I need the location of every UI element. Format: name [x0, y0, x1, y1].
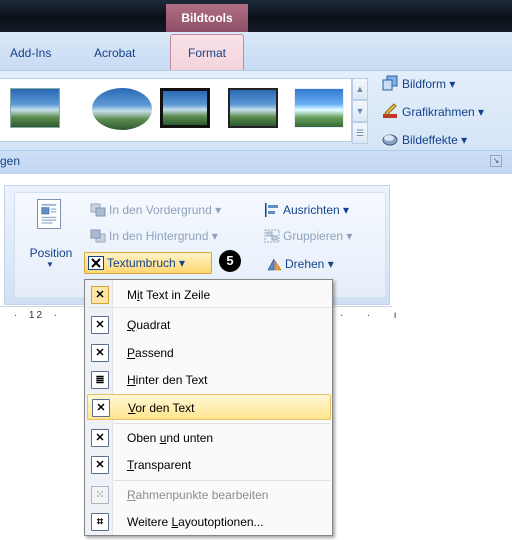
- align-icon: [265, 203, 278, 217]
- group-label: gen: [0, 154, 21, 168]
- wrap-behind-text-icon: ≣: [91, 371, 109, 389]
- wrap-through-icon: ✕: [91, 456, 109, 474]
- chevron-down-icon: ▾: [179, 256, 186, 270]
- picture-border-label: Grafikrahmen: [402, 105, 475, 119]
- menu-item-label: Oben und unten: [127, 431, 214, 445]
- wrap-in-front-icon: ✕: [92, 399, 110, 417]
- ruler-ticks-left: · 12 ·: [14, 310, 59, 321]
- menu-item-inline-with-text[interactable]: ✕ Mit Text in Zeile: [87, 282, 331, 308]
- position-label: Position: [29, 246, 73, 260]
- picture-style-thumbnail[interactable]: [228, 88, 278, 128]
- picture-style-thumbnail[interactable]: [10, 88, 60, 128]
- callout-number-badge: 5: [219, 250, 241, 272]
- rotate-icon: [267, 258, 282, 271]
- send-backward-button[interactable]: In den Hintergrund ▾: [90, 226, 218, 246]
- picture-shape-icon: [382, 75, 398, 91]
- picture-shape-button[interactable]: Bildform ▾: [382, 74, 455, 94]
- chevron-down-icon: ▾: [449, 77, 456, 91]
- menu-item-edit-wrap-points[interactable]: ⁙ Rahmenpunkte bearbeiten: [87, 482, 331, 508]
- dialog-launcher-icon[interactable]: ↘: [490, 155, 502, 167]
- menu-item-through[interactable]: ✕ Transparent: [87, 452, 331, 478]
- menu-item-more-layout-options[interactable]: ⌗ Weitere Layoutoptionen...: [87, 509, 331, 535]
- group-label-text: Gruppieren: [283, 229, 344, 243]
- menu-item-label: Vor den Text: [128, 401, 195, 415]
- picture-effects-button[interactable]: Bildeffekte ▾: [382, 130, 467, 150]
- tab-add-ins[interactable]: Add-Ins: [10, 38, 51, 68]
- position-icon: [37, 199, 61, 229]
- menu-item-label: Passend: [127, 346, 174, 360]
- group-footer: [0, 150, 512, 174]
- gallery-scroll-up-button[interactable]: ▲: [352, 78, 368, 100]
- ribbon-top: Bildtools Add-Ins Acrobat Format ▲ ▼ ☰ B…: [0, 0, 512, 174]
- gallery-more-button[interactable]: ☰: [352, 122, 368, 144]
- menu-item-top-and-bottom[interactable]: ✕ Oben und unten: [87, 425, 331, 451]
- title-bar: [0, 0, 512, 32]
- chevron-down-icon: ▾: [343, 203, 350, 217]
- menu-item-in-front-of-text[interactable]: ✕ Vor den Text: [87, 394, 331, 420]
- menu-separator: [114, 423, 330, 424]
- contextual-tab-label: Bildtools: [166, 4, 248, 32]
- bring-forward-label: In den Vordergrund: [109, 203, 212, 217]
- picture-shape-label: Bildform: [402, 77, 447, 91]
- edit-wrap-points-icon: ⁙: [91, 486, 109, 504]
- rotate-button[interactable]: Drehen ▾: [266, 254, 334, 274]
- wrap-top-bottom-icon: ✕: [91, 429, 109, 447]
- tab-format[interactable]: Format: [170, 34, 244, 70]
- wrap-square-icon: ✕: [91, 316, 109, 334]
- picture-style-thumbnail[interactable]: [92, 88, 152, 130]
- wrap-inline-icon: ✕: [91, 286, 109, 304]
- chevron-down-icon: ▾: [215, 203, 222, 217]
- wrap-tight-icon: ✕: [91, 344, 109, 362]
- menu-item-tight[interactable]: ✕ Passend: [87, 340, 331, 366]
- gallery-scroll-down-button[interactable]: ▼: [352, 100, 368, 122]
- chevron-down-icon: ▾: [478, 105, 485, 119]
- chevron-down-icon: ▾: [211, 229, 218, 243]
- text-wrap-button[interactable]: Textumbruch ▾: [84, 252, 212, 274]
- chevron-down-icon: ▾: [327, 257, 334, 271]
- group-icon: [264, 229, 280, 243]
- picture-style-thumbnail[interactable]: [160, 88, 210, 128]
- chevron-down-icon: ▼: [46, 260, 54, 269]
- tab-acrobat[interactable]: Acrobat: [94, 38, 135, 68]
- layout-options-icon: ⌗: [91, 513, 109, 531]
- menu-item-label: Rahmenpunkte bearbeiten: [127, 488, 269, 502]
- chevron-down-icon: ▾: [346, 229, 353, 243]
- menu-item-behind-text[interactable]: ≣ Hinter den Text: [87, 367, 331, 393]
- ruler-ticks-right: · · ı: [340, 310, 403, 321]
- menu-item-label: Mit Text in Zeile: [127, 288, 211, 302]
- text-wrap-icon: [88, 256, 104, 270]
- align-button[interactable]: Ausrichten ▾: [264, 200, 349, 220]
- bring-forward-icon: [90, 203, 106, 217]
- picture-border-button[interactable]: Grafikrahmen ▾: [382, 102, 484, 122]
- tab-bar: [0, 32, 512, 70]
- chevron-down-icon: ▾: [461, 133, 468, 147]
- menu-item-label: Quadrat: [127, 318, 171, 332]
- picture-style-thumbnail[interactable]: [294, 88, 344, 128]
- menu-item-square[interactable]: ✕ Quadrat: [87, 312, 331, 338]
- send-backward-label: In den Hintergrund: [109, 229, 209, 243]
- menu-item-label: Weitere Layoutoptionen...: [127, 515, 264, 529]
- menu-item-label: Transparent: [127, 458, 192, 472]
- menu-item-label: Hinter den Text: [127, 373, 208, 387]
- rotate-label: Drehen: [285, 257, 325, 271]
- picture-effects-label: Bildeffekte: [402, 133, 458, 147]
- picture-border-icon: [383, 103, 397, 118]
- group-button[interactable]: Gruppieren ▾: [264, 226, 352, 246]
- bring-forward-button[interactable]: In den Vordergrund ▾: [90, 200, 221, 220]
- text-wrap-label: Textumbruch: [107, 256, 176, 270]
- picture-effects-icon: [382, 134, 398, 146]
- menu-separator: [114, 480, 330, 481]
- send-backward-icon: [90, 229, 106, 243]
- align-label: Ausrichten: [283, 203, 340, 217]
